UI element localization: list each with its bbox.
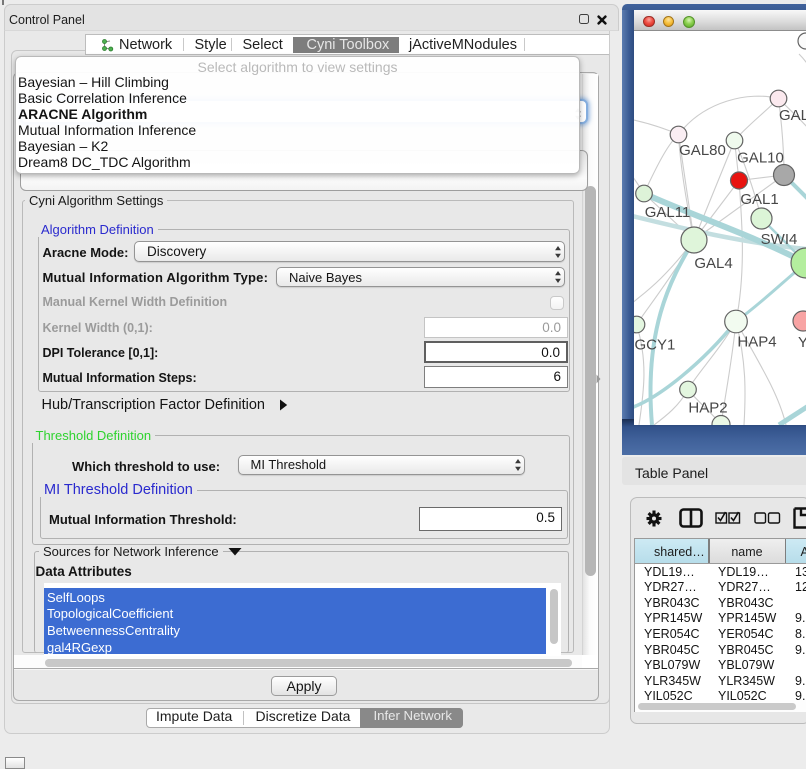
svg-text:SWI4: SWI4: [761, 231, 798, 248]
svg-text:GAL4: GAL4: [694, 255, 732, 272]
svg-text:HAP2: HAP2: [688, 400, 727, 417]
svg-text:GCY1: GCY1: [635, 337, 676, 354]
svg-text:GAL7: GAL7: [779, 107, 806, 124]
svg-text:GAL1: GAL1: [740, 191, 778, 208]
svg-text:HAP4: HAP4: [737, 334, 776, 351]
svg-text:YM: YM: [798, 334, 806, 351]
svg-text:GAL80: GAL80: [679, 142, 726, 159]
svg-text:GAL10: GAL10: [737, 150, 784, 167]
svg-text:GAL11: GAL11: [645, 204, 691, 221]
